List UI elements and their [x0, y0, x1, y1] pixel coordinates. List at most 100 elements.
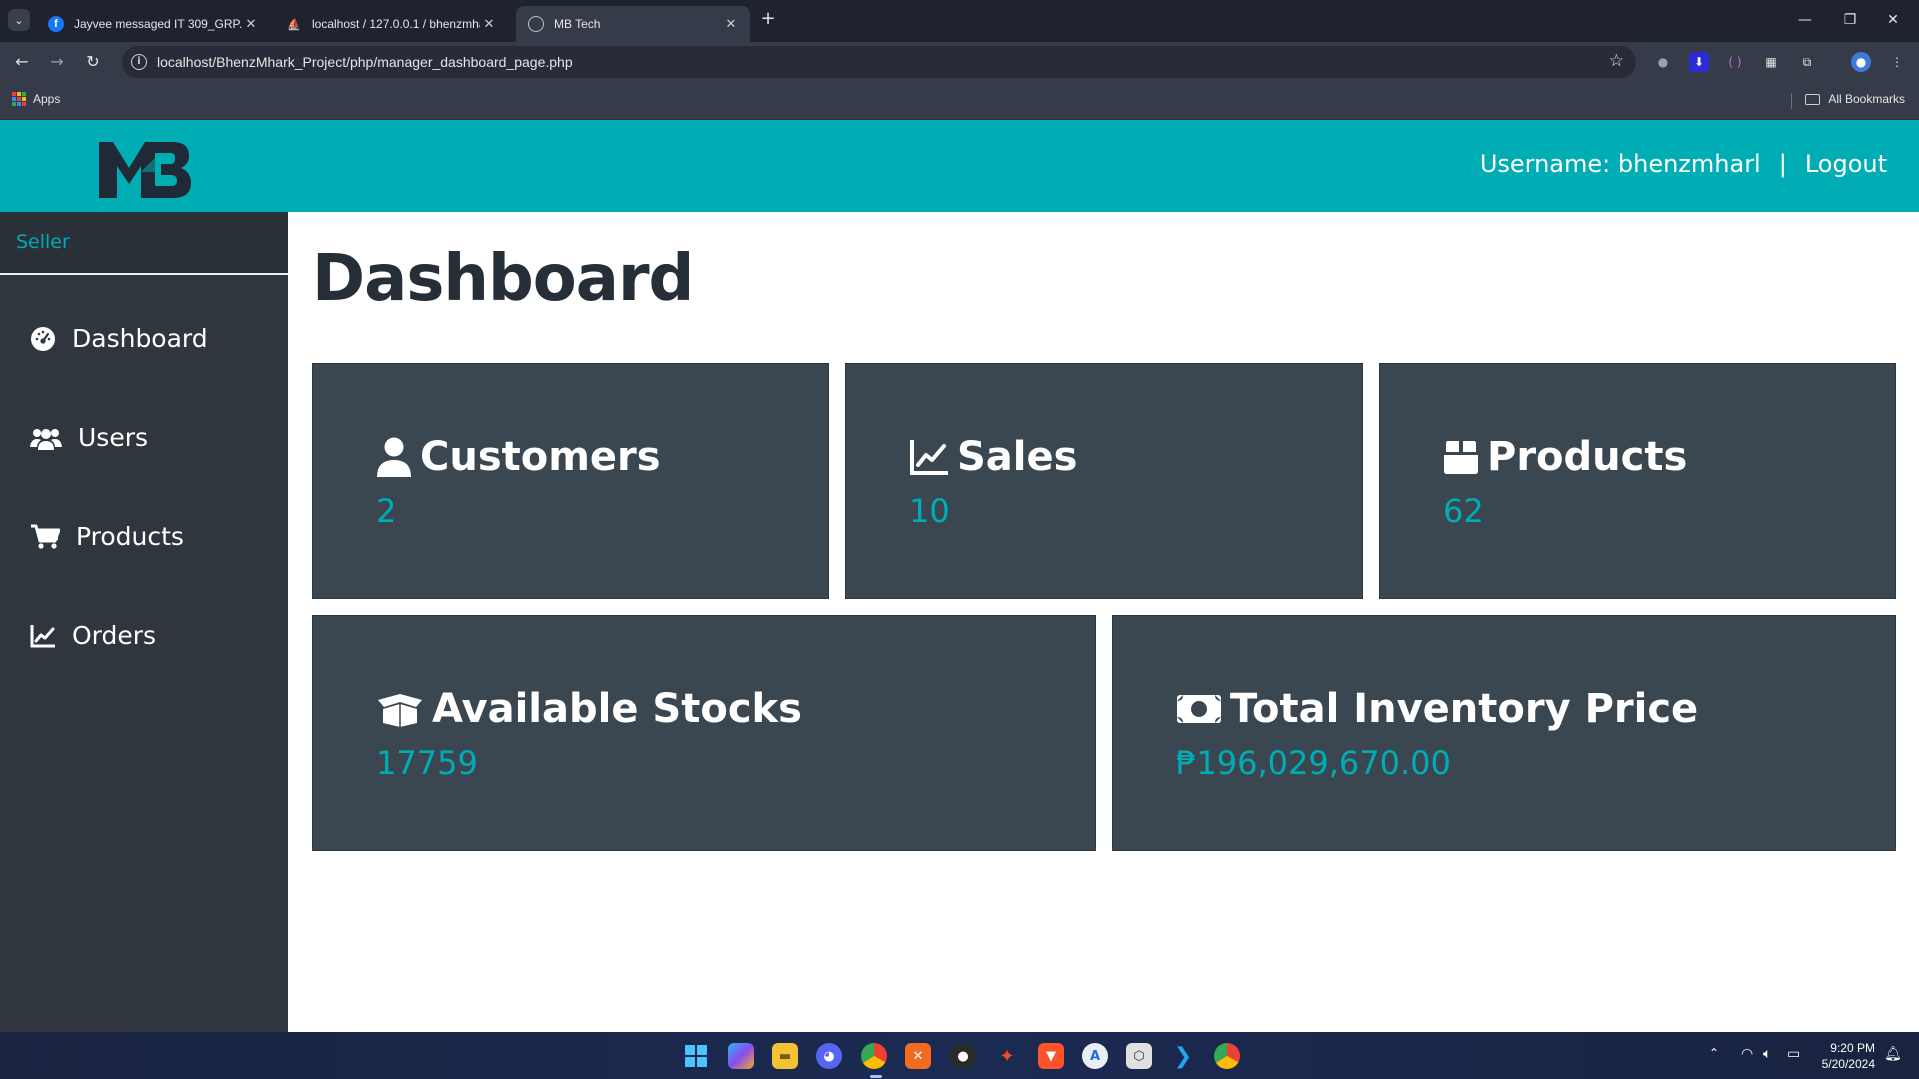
card-label: Products — [1487, 434, 1688, 480]
browser-toolbar: ← → ↻ i localhost/BhenzMhark_Project/php… — [0, 42, 1919, 82]
sidebar-item-label: Orders — [72, 621, 157, 650]
card-label: Sales — [957, 434, 1078, 480]
sidebar-item-users[interactable]: Users — [30, 423, 148, 452]
apps-bookmark[interactable]: Apps — [12, 92, 60, 106]
forward-button[interactable]: → — [45, 50, 69, 74]
logout-link[interactable]: Logout — [1805, 150, 1887, 178]
browser-tab-phpmyadmin[interactable]: ⛵ localhost / 127.0.0.1 / bhenzmhark ✕ — [274, 6, 508, 42]
all-bookmarks-button[interactable]: All Bookmarks — [1805, 92, 1905, 106]
tray-overflow-icon[interactable]: ⌃ — [1709, 1046, 1719, 1060]
tab-title: localhost / 127.0.0.1 / bhenzmhark — [312, 17, 480, 31]
new-tab-button[interactable]: + — [757, 8, 779, 30]
chrome-profile-icon[interactable] — [1214, 1043, 1240, 1069]
apps-label: Apps — [33, 92, 61, 106]
reload-button[interactable]: ↻ — [81, 50, 105, 74]
url-text[interactable]: localhost/BhenzMhark_Project/php/manager… — [157, 54, 573, 70]
page-title: Dashboard — [312, 242, 694, 316]
browser-tab-bar: ⌄ f Jayvee messaged IT 309_GRP.4 ✕ ⛵ loc… — [0, 0, 1919, 42]
globe-icon — [528, 16, 544, 32]
close-window-button[interactable]: ✕ — [1880, 8, 1906, 32]
sidebar: Seller Dashboard Users Products Orders — [0, 212, 288, 1032]
browser-tab-facebook[interactable]: f Jayvee messaged IT 309_GRP.4 ✕ — [36, 6, 270, 42]
extension-icon[interactable]: ● — [1653, 52, 1673, 72]
card-value: 2 — [376, 492, 397, 530]
extension-brackets-icon[interactable]: ( ) — [1725, 52, 1745, 72]
available-stocks-card: Available Stocks 17759 — [312, 615, 1096, 851]
chart-line-icon — [30, 624, 55, 647]
notification-bell-icon[interactable]: 🔔︎ — [1884, 1046, 1902, 1062]
user-area: Username: bhenzmharl | Logout — [1480, 150, 1887, 178]
extensions-puzzle-icon[interactable]: ⧉ — [1797, 52, 1817, 72]
figma-icon[interactable]: ✦ — [994, 1043, 1020, 1069]
site-header: Username: bhenzmharl | Logout — [0, 120, 1919, 212]
mb-logo[interactable] — [95, 138, 191, 200]
xampp-icon[interactable]: ✕ — [905, 1043, 931, 1069]
back-button[interactable]: ← — [10, 50, 34, 74]
vscode-icon[interactable]: ❯ — [1170, 1043, 1196, 1069]
volume-icon[interactable]: 🔈︎ — [1763, 1046, 1771, 1062]
box-open-icon — [378, 694, 422, 727]
folder-icon — [1805, 93, 1821, 105]
sidebar-item-orders[interactable]: Orders — [30, 621, 156, 650]
tachometer-icon — [31, 326, 55, 351]
card-label: Customers — [420, 434, 661, 480]
sidebar-role-label: Seller — [0, 212, 288, 275]
card-value: 62 — [1443, 492, 1484, 530]
apps-grid-icon — [12, 92, 26, 106]
facebook-icon: f — [48, 16, 64, 32]
minimize-button[interactable]: — — [1792, 8, 1818, 32]
sidebar-item-products[interactable]: Products — [30, 522, 184, 551]
battery-icon[interactable]: ▭ — [1787, 1046, 1800, 1062]
windows-taskbar: ▬ ◕ ✕ ● ✦ ▼ A ⬡ ❯ ⌃ ◠ 🔈︎ ▭ 9:20 PM 5/20/… — [0, 1032, 1919, 1079]
username-label: Username: bhenzmharl — [1479, 150, 1761, 178]
clock-date: 5/20/2024 — [1821, 1057, 1875, 1071]
github-icon[interactable]: ● — [950, 1043, 976, 1069]
card-label: Available Stocks — [432, 686, 802, 732]
tab-title: Jayvee messaged IT 309_GRP.4 — [74, 17, 242, 31]
header-separator: | — [1778, 150, 1787, 178]
users-icon — [30, 428, 62, 450]
sales-card: Sales 10 — [845, 363, 1363, 599]
bookmarks-bar: Apps All Bookmarks — [0, 82, 1919, 120]
brave-icon[interactable]: ▼ — [1038, 1043, 1064, 1069]
all-bookmarks-label: All Bookmarks — [1828, 92, 1905, 106]
card-value: 10 — [909, 492, 950, 530]
close-tab-icon[interactable]: ✕ — [242, 16, 260, 32]
address-bar[interactable]: i localhost/BhenzMhark_Project/php/manag… — [122, 46, 1636, 78]
bookmarks-divider — [1791, 93, 1792, 109]
profile-avatar[interactable]: ● — [1851, 52, 1871, 72]
restore-button[interactable]: ❐ — [1837, 8, 1863, 32]
sidebar-item-dashboard[interactable]: Dashboard — [30, 324, 208, 353]
chart-line-icon — [910, 440, 948, 475]
extension-grid-icon[interactable]: ▦ — [1761, 52, 1781, 72]
chrome-icon[interactable] — [861, 1043, 887, 1069]
discord-icon[interactable]: ◕ — [816, 1043, 842, 1069]
unity-icon[interactable]: ⬡ — [1126, 1043, 1152, 1069]
phpmyadmin-icon: ⛵ — [287, 18, 301, 31]
card-value: 17759 — [376, 744, 478, 782]
tab-title: MB Tech — [554, 17, 601, 31]
file-explorer-icon[interactable]: ▬ — [772, 1043, 798, 1069]
bookmark-star-icon[interactable]: ☆ — [1609, 51, 1624, 71]
customers-card: Customers 2 — [312, 363, 829, 599]
close-tab-icon[interactable]: ✕ — [722, 16, 740, 32]
browser-menu-icon[interactable]: ⋮ — [1887, 52, 1907, 72]
sidebar-item-label: Dashboard — [72, 324, 208, 353]
browser-tab-mb-tech[interactable]: MB Tech ✕ — [516, 6, 750, 42]
tab-search-button[interactable]: ⌄ — [8, 9, 30, 31]
app-store-icon[interactable]: A — [1082, 1043, 1108, 1069]
taskbar-clock[interactable]: 9:20 PM 5/20/2024 — [1822, 1040, 1875, 1072]
wifi-icon[interactable]: ◠ — [1741, 1046, 1753, 1062]
money-bill-icon — [1177, 695, 1221, 723]
site-info-icon[interactable]: i — [131, 54, 147, 70]
active-app-indicator — [870, 1075, 882, 1078]
windows-start-icon[interactable] — [683, 1043, 709, 1069]
total-inventory-price-card: Total Inventory Price ₱196,029,670.00 — [1112, 615, 1896, 851]
user-icon — [377, 437, 411, 477]
sidebar-item-label: Users — [78, 423, 149, 452]
download-extension-icon[interactable]: ⬇ — [1689, 52, 1709, 72]
cart-icon — [31, 524, 60, 549]
copilot-icon[interactable] — [728, 1043, 754, 1069]
box-icon — [1444, 441, 1478, 474]
close-tab-icon[interactable]: ✕ — [480, 16, 498, 32]
